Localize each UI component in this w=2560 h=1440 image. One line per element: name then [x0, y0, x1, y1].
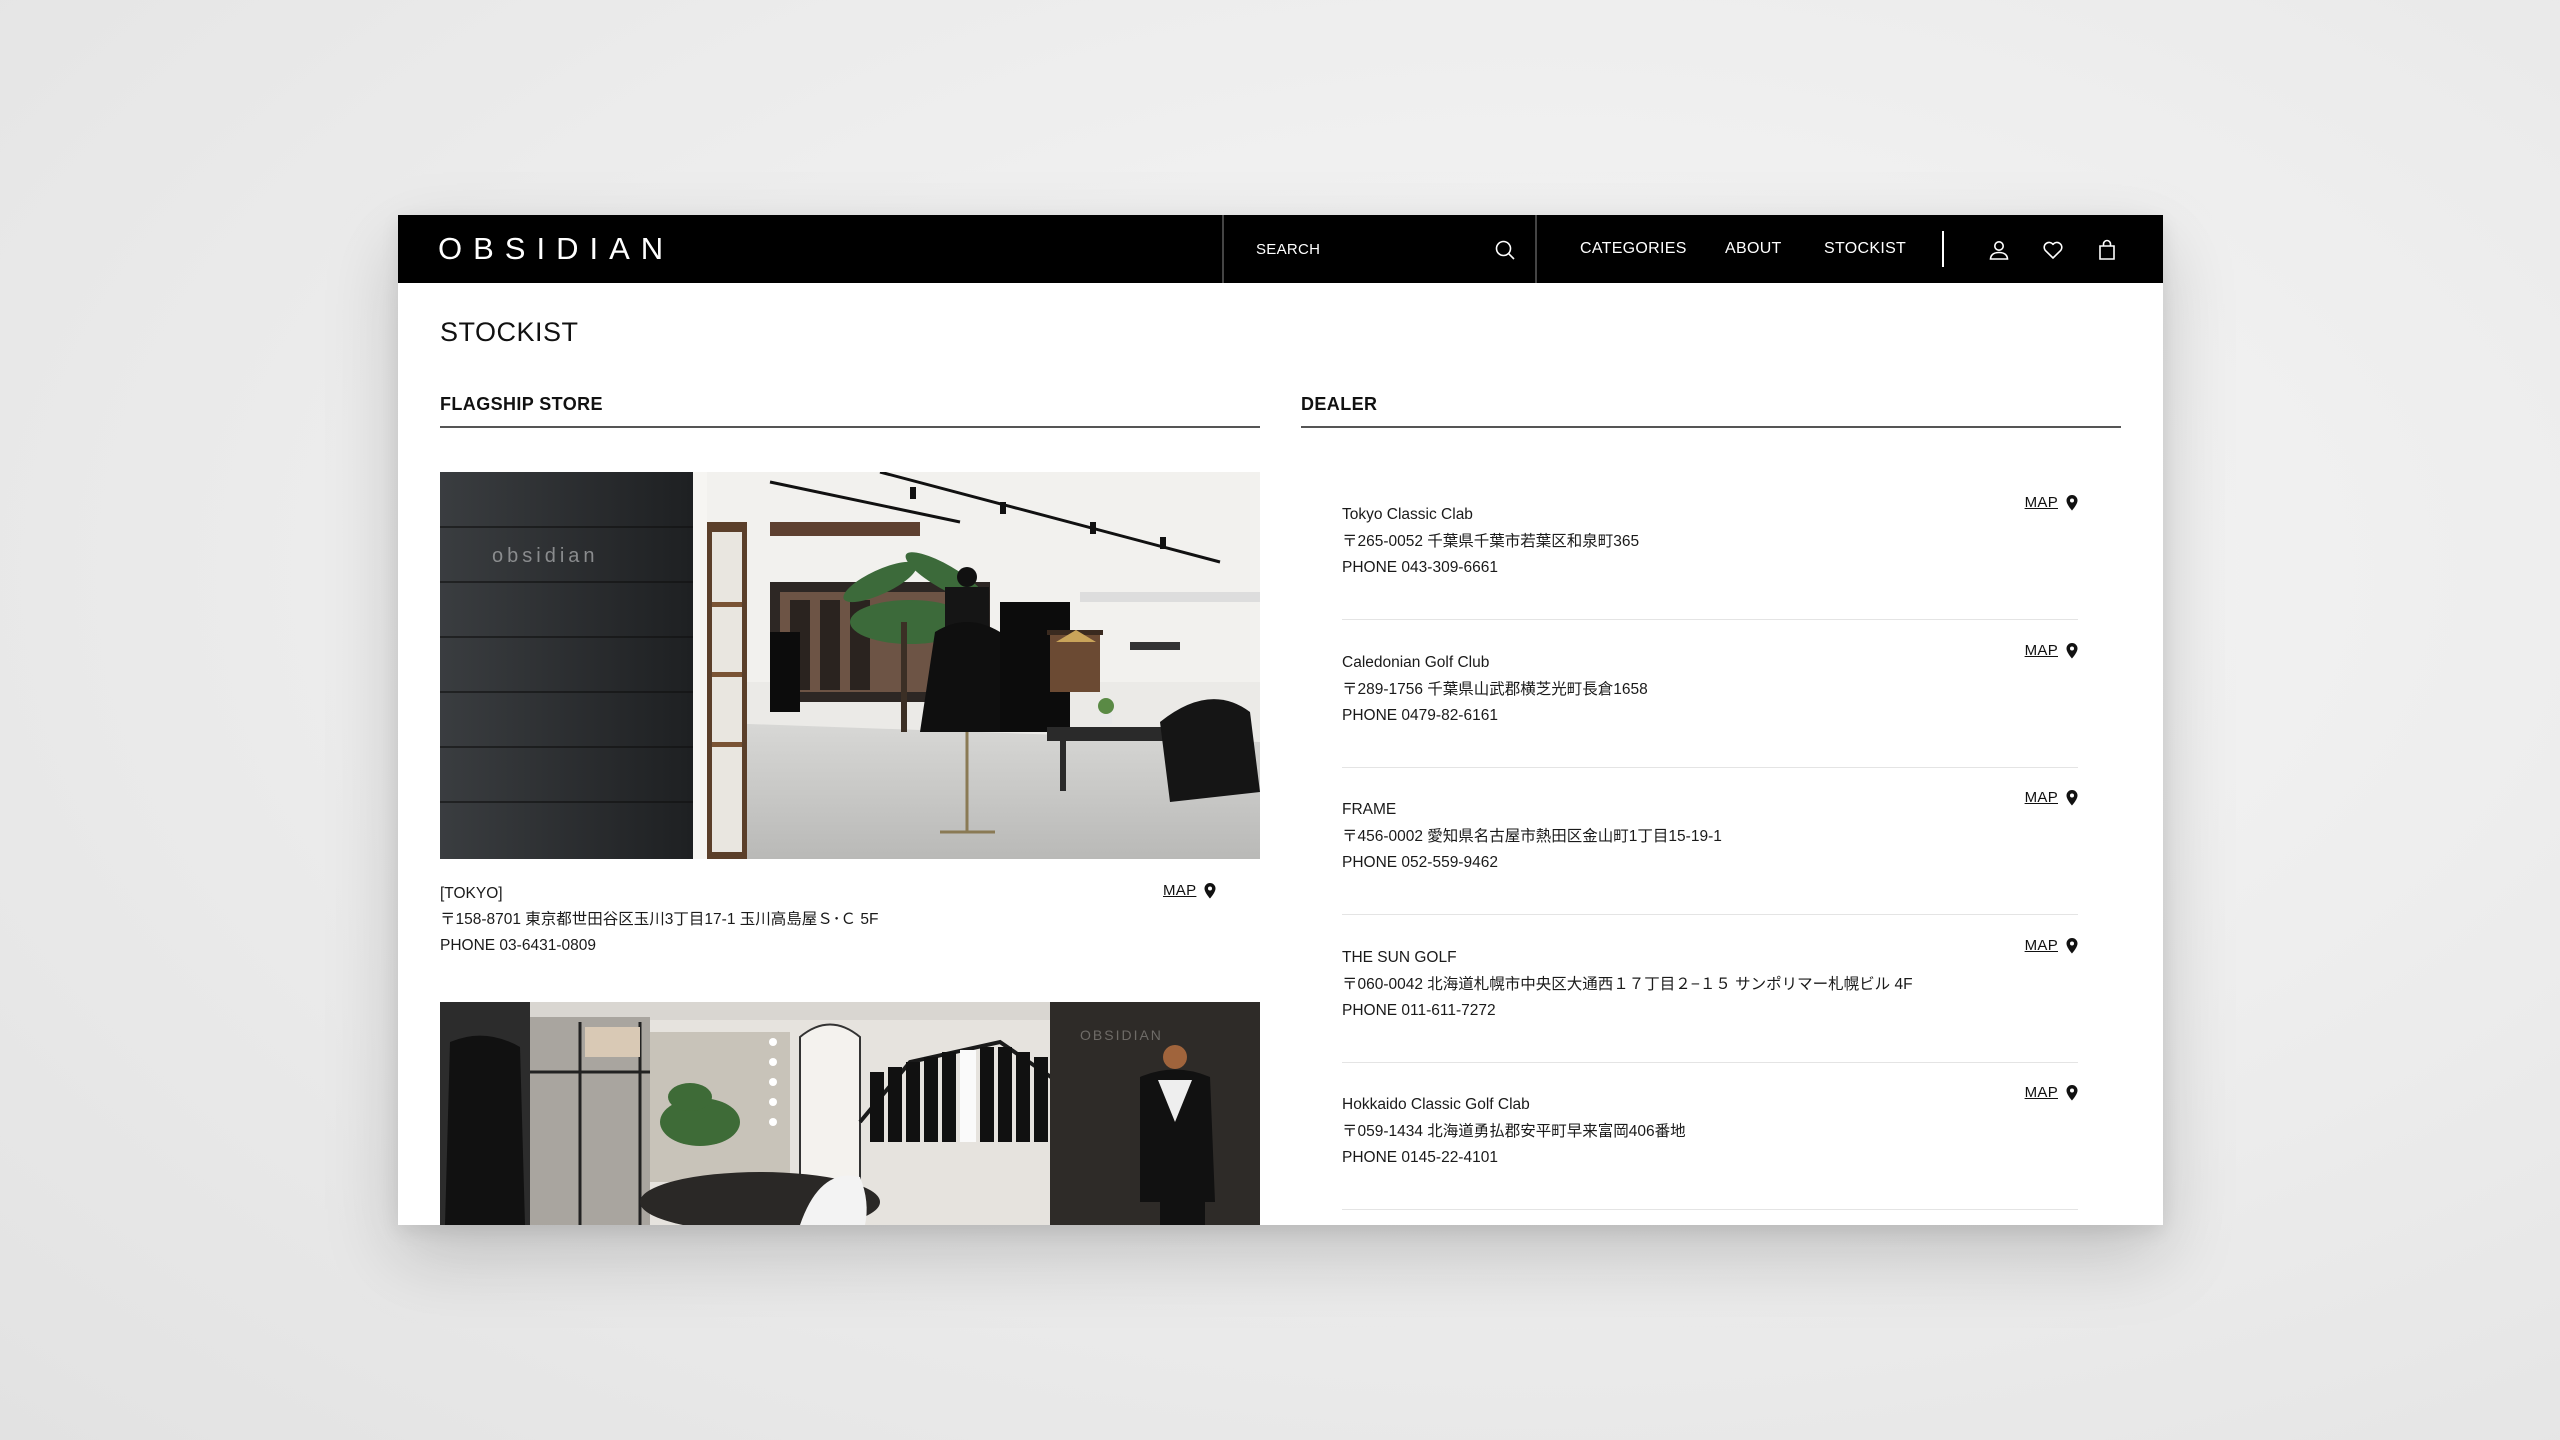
store-phone: PHONE 03-6431-0809: [440, 937, 596, 954]
dealer-name: Caledonian Golf Club: [1342, 654, 1490, 671]
dealer-phone: PHONE 052-559-9462: [1342, 854, 1498, 871]
dealer-address: 〒289-1756 千葉県山武郡横芝光町長倉1658: [1342, 680, 1648, 698]
dealer-phone: PHONE 0479-82-6161: [1342, 707, 1498, 724]
map-pin-icon: [2066, 789, 2078, 805]
map-link-label: MAP: [2024, 1084, 2058, 1101]
dealer-item: Tokyo Classic Clab 〒265-0052 千葉県千葉市若葉区和泉…: [1342, 472, 2078, 620]
dealer-name: THE SUN GOLF: [1342, 949, 1457, 966]
store-sign: obsidian: [492, 545, 599, 567]
site-logo[interactable]: OBSIDIAN: [438, 233, 674, 265]
nav-divider: [1942, 231, 1944, 267]
map-link-label: MAP: [2024, 937, 2058, 954]
map-pin-icon: [2066, 937, 2078, 953]
store-address: 〒158-8701 東京都世田谷区玉川3丁目17-1 玉川高島屋Ｓ･Ｃ 5F: [440, 911, 879, 928]
dealer-map-link[interactable]: MAP: [2025, 494, 2078, 511]
dealer-address: 〒060-0042 北海道札幌市中央区大通西１７丁目２−１５ サンポリマー札幌ビ…: [1342, 975, 1913, 993]
site-header: OBSIDIAN CATEGORIES ABOUT STOCKIST: [398, 215, 2163, 283]
flagship-store-photo-tokyo: obsidian: [440, 472, 1260, 859]
dealer-heading: DEALER: [1301, 394, 2121, 428]
dealer-name: Tokyo Classic Clab: [1342, 506, 1473, 523]
nav-about[interactable]: ABOUT: [1725, 239, 1782, 259]
shopping-bag-icon[interactable]: [2095, 238, 2119, 262]
map-link-label: MAP: [1163, 882, 1197, 899]
store-sign: OBSIDIAN: [1080, 1027, 1163, 1043]
dealer-map-link[interactable]: MAP: [2025, 642, 2078, 659]
dealer-address: 〒265-0052 千葉県千葉市若葉区和泉町365: [1342, 532, 1640, 550]
flagship-store-info: [TOKYO] 〒158-8701 東京都世田谷区玉川3丁目17-1 玉川高島屋…: [440, 881, 1220, 959]
map-link-label: MAP: [2024, 494, 2058, 511]
map-pin-icon: [1204, 882, 1216, 898]
dealer-phone: PHONE 0145-22-4101: [1342, 1149, 1498, 1166]
page-title: STOCKIST: [440, 317, 579, 347]
search-icon[interactable]: [1494, 239, 1516, 261]
search-bar: [1222, 215, 1537, 283]
nav-categories[interactable]: CATEGORIES: [1580, 239, 1687, 259]
dealer-item: Hokkaido Classic Golf Clab 〒059-1434 北海道…: [1342, 1062, 2078, 1210]
dealer-map-link[interactable]: MAP: [2025, 937, 2078, 954]
dealer-map-link[interactable]: MAP: [2025, 789, 2078, 806]
map-pin-icon: [2066, 642, 2078, 658]
account-icon[interactable]: [1987, 238, 2011, 262]
dealer-name: Hokkaido Classic Golf Clab: [1342, 1096, 1530, 1113]
browser-page: OBSIDIAN CATEGORIES ABOUT STOCKIST STOCK…: [398, 215, 2163, 1225]
dealer-phone: PHONE 011-611-7272: [1342, 1002, 1496, 1019]
map-link-label: MAP: [2024, 789, 2058, 806]
search-input[interactable]: [1256, 235, 1486, 263]
dealer-phone: PHONE 043-309-6661: [1342, 559, 1498, 576]
flagship-store-heading: FLAGSHIP STORE: [440, 394, 1260, 428]
dealer-name: FRAME: [1342, 801, 1397, 818]
map-pin-icon: [2066, 1084, 2078, 1100]
map-pin-icon: [2066, 494, 2078, 510]
store-name: [TOKYO]: [440, 885, 503, 902]
dealer-address: 〒059-1434 北海道勇払郡安平町早来富岡406番地: [1342, 1122, 1686, 1140]
dealer-item: FRAME 〒456-0002 愛知県名古屋市熱田区金山町1丁目15-19-1 …: [1342, 767, 2078, 915]
dealer-item: THE SUN GOLF 〒060-0042 北海道札幌市中央区大通西１７丁目２…: [1342, 915, 2078, 1063]
dealer-address: 〒456-0002 愛知県名古屋市熱田区金山町1丁目15-19-1: [1342, 827, 1722, 845]
dealer-map-link[interactable]: MAP: [2025, 1084, 2078, 1101]
map-link-label: MAP: [2024, 642, 2058, 659]
flagship-map-link[interactable]: MAP: [1163, 882, 1216, 899]
dealer-item: Caledonian Golf Club 〒289-1756 千葉県山武郡横芝光…: [1342, 620, 2078, 768]
nav-stockist[interactable]: STOCKIST: [1824, 239, 1906, 259]
wishlist-heart-icon[interactable]: [2041, 238, 2065, 262]
flagship-store-photo-2: OBSIDIAN: [440, 1002, 1260, 1225]
